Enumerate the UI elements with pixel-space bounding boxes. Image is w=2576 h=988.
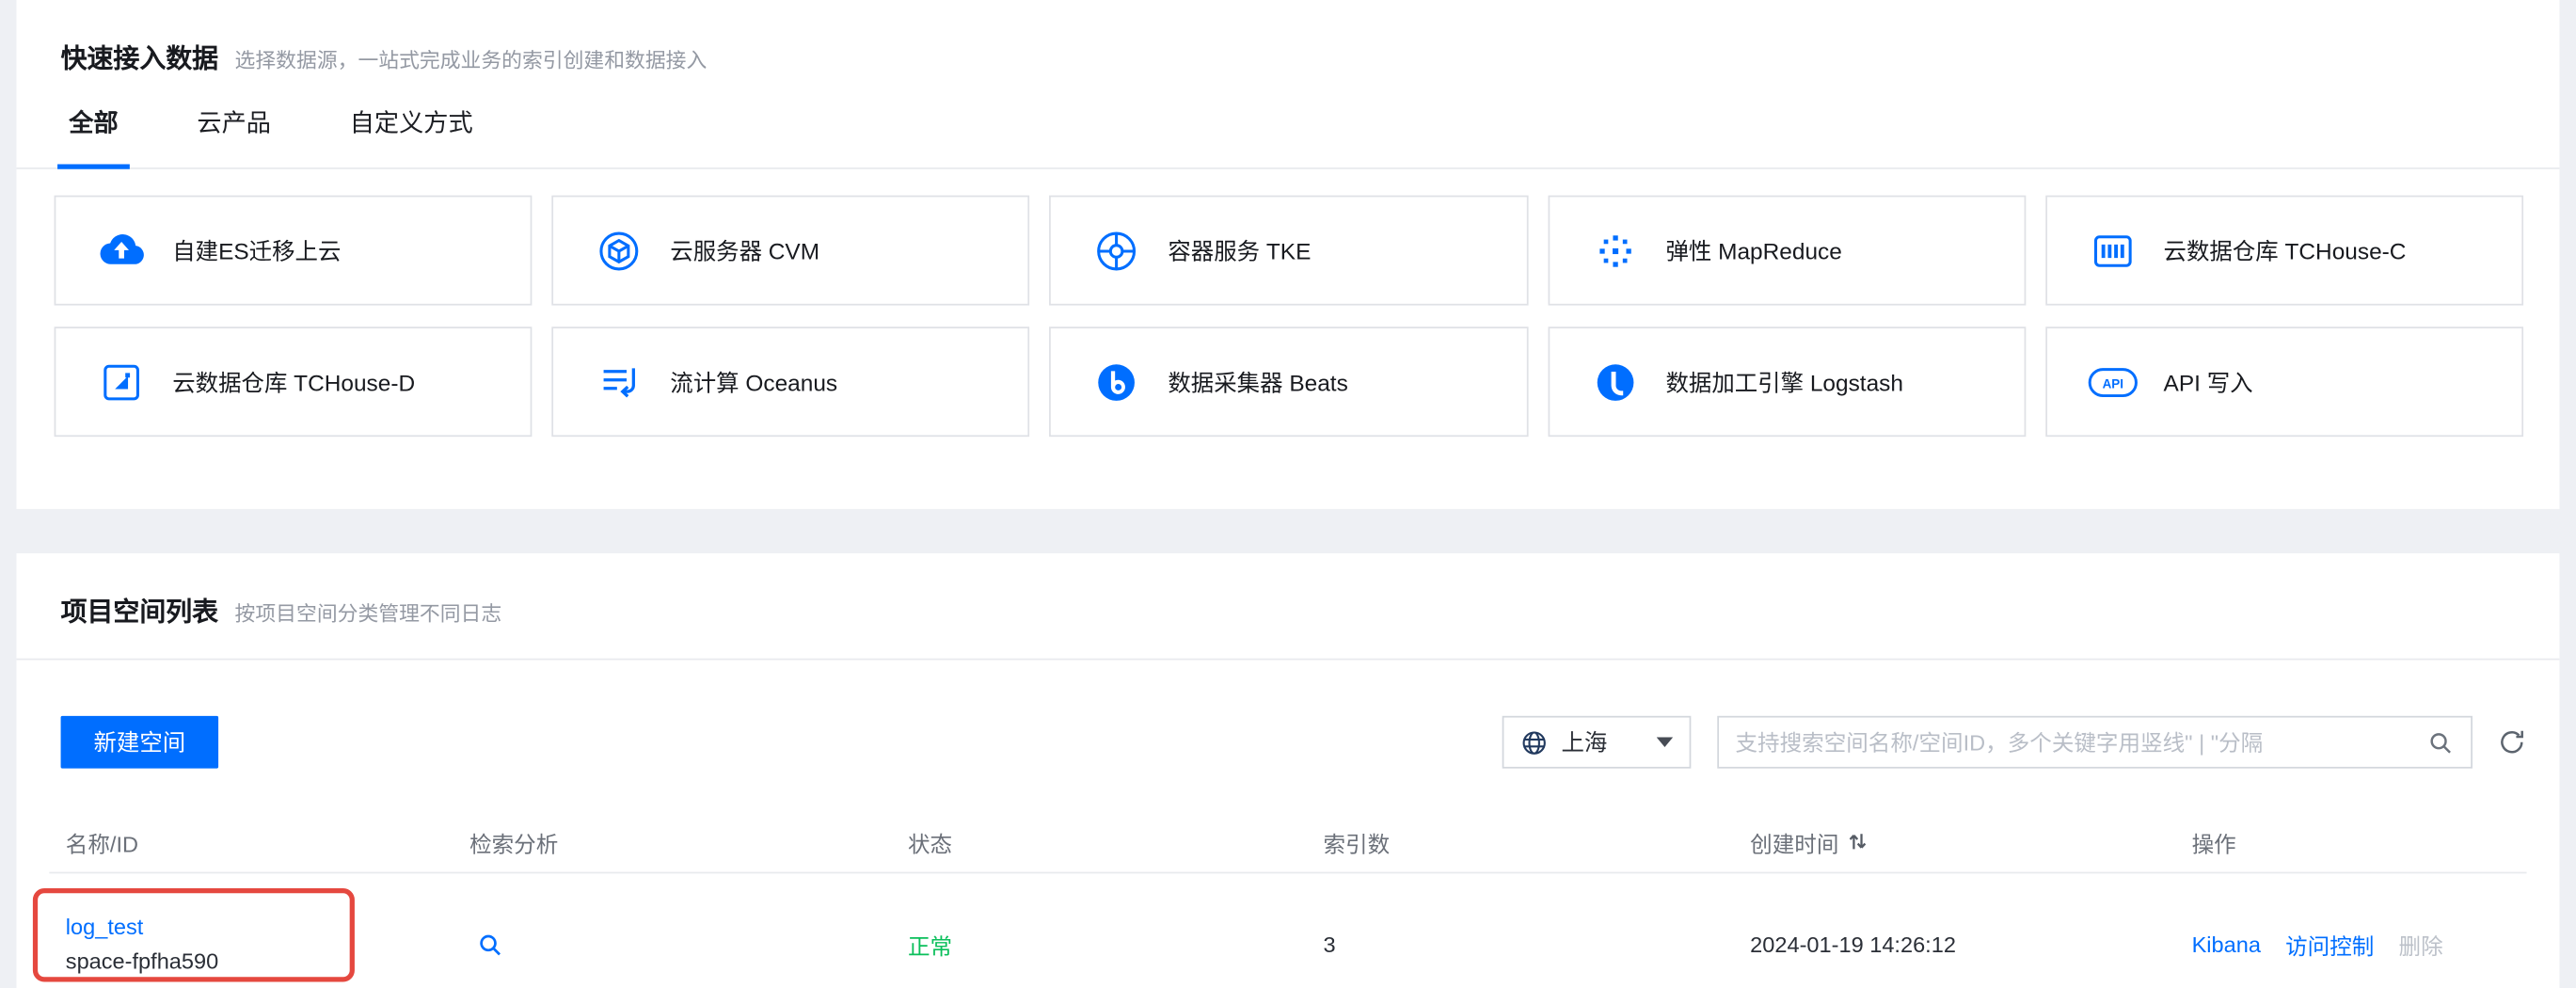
space-list-subtitle: 按项目空间分类管理不同日志 <box>235 596 502 627</box>
quick-access-panel: 快速接入数据 选择数据源，一站式完成业务的索引创建和数据接入 全部 云产品 自定… <box>16 0 2559 509</box>
header-name-id: 名称/ID <box>49 825 453 858</box>
source-card-beats[interactable]: 数据采集器 Beats <box>1050 327 1528 437</box>
created-at: 2024-01-19 14:26:12 <box>1750 932 1956 956</box>
quick-access-tabs: 全部 云产品 自定义方式 <box>16 108 2559 169</box>
space-list-title: 项目空间列表 <box>61 596 219 631</box>
name-id-cell: log_test space-fpfha590 <box>49 910 453 979</box>
source-card-oceanus[interactable]: 流计算 Oceanus <box>552 327 1030 437</box>
index-count: 3 <box>1323 932 1335 956</box>
source-card-es-migration[interactable]: 自建ES迁移上云 <box>55 196 533 306</box>
tke-icon <box>1090 226 1143 275</box>
source-card-tchouse-c[interactable]: 云数据仓库 TCHouse-C <box>2045 196 2523 306</box>
search-icon[interactable] <box>476 931 504 959</box>
source-card-tchouse-d[interactable]: 云数据仓库 TCHouse-D <box>55 327 533 437</box>
globe-icon <box>1520 728 1549 757</box>
source-card-cvm[interactable]: 云服务器 CVM <box>552 196 1030 306</box>
source-card-label: 容器服务 TKE <box>1168 234 1311 267</box>
source-card-label: 数据加工引擎 Logstash <box>1665 365 1903 398</box>
header-actions: 操作 <box>2175 825 2526 858</box>
beats-icon <box>1090 358 1143 406</box>
sort-icon[interactable] <box>1847 831 1868 853</box>
kibana-link[interactable]: Kibana <box>2192 932 2261 956</box>
quick-access-subtitle: 选择数据源，一站式完成业务的索引创建和数据接入 <box>235 42 708 73</box>
source-card-logstash[interactable]: 数据加工引擎 Logstash <box>1548 327 2026 437</box>
source-card-mapreduce[interactable]: 弹性 MapReduce <box>1548 196 2026 306</box>
section-divider <box>16 659 2559 661</box>
quick-access-title: 快速接入数据 <box>61 42 219 78</box>
cloud-upload-icon <box>95 226 148 275</box>
cvm-icon <box>593 226 645 275</box>
oceanus-icon <box>593 358 645 406</box>
access-control-link[interactable]: 访问控制 <box>2285 928 2374 961</box>
space-id: space-fpfha590 <box>66 949 218 974</box>
tchouse-c-icon <box>2087 226 2139 275</box>
status-badge: 正常 <box>908 928 952 961</box>
source-card-api[interactable]: API API 写入 <box>2045 327 2523 437</box>
data-source-grid: 自建ES迁移上云 云服务器 CVM 容器服务 TKE 弹性 MapReduce <box>55 196 2523 438</box>
source-card-tke[interactable]: 容器服务 TKE <box>1050 196 1528 306</box>
header-created-at-label: 创建时间 <box>1750 825 1838 858</box>
source-card-label: 自建ES迁移上云 <box>172 234 341 267</box>
space-search-box <box>1717 716 2473 769</box>
tchouse-d-icon <box>95 358 148 406</box>
tab-custom[interactable]: 自定义方式 <box>346 108 476 167</box>
header-index-count: 索引数 <box>1307 825 1734 858</box>
chevron-down-icon <box>1657 738 1673 747</box>
space-list-toolbar: 新建空间 上海 <box>61 716 2527 769</box>
region-value: 上海 <box>1561 725 1607 758</box>
header-created-at: 创建时间 <box>1734 825 2175 858</box>
logstash-icon <box>1588 358 1641 406</box>
created-at-cell: 2024-01-19 14:26:12 <box>1734 932 2175 956</box>
source-card-label: 云服务器 CVM <box>670 234 819 267</box>
source-card-label: 流计算 Oceanus <box>670 365 837 398</box>
status-cell: 正常 <box>892 928 1307 961</box>
actions-cell: Kibana 访问控制 删除 <box>2175 928 2526 961</box>
space-search-input[interactable] <box>1735 730 2413 755</box>
table-header-row: 名称/ID 检索分析 状态 索引数 创建时间 操作 <box>49 811 2526 873</box>
index-count-cell: 3 <box>1307 932 1734 956</box>
region-selector[interactable]: 上海 <box>1503 716 1692 769</box>
source-card-label: 数据采集器 Beats <box>1168 365 1347 398</box>
search-icon[interactable] <box>2426 728 2455 757</box>
table-row: log_test space-fpfha590 正常 3 2024-01-19 … <box>49 873 2526 988</box>
refresh-icon[interactable] <box>2497 727 2526 757</box>
source-card-label: 弹性 MapReduce <box>1665 234 1841 267</box>
source-card-label: API 写入 <box>2164 365 2253 398</box>
space-list-header: 项目空间列表 按项目空间分类管理不同日志 <box>16 553 2559 632</box>
space-table: 名称/ID 检索分析 状态 索引数 创建时间 操作 log_test space… <box>49 811 2526 988</box>
space-name-link[interactable]: log_test <box>66 915 144 939</box>
search-analysis-cell <box>453 931 892 959</box>
tab-cloud-products[interactable]: 云产品 <box>194 108 275 167</box>
quick-access-header: 快速接入数据 选择数据源，一站式完成业务的索引创建和数据接入 <box>16 0 2559 79</box>
header-status: 状态 <box>892 825 1307 858</box>
new-space-button[interactable]: 新建空间 <box>61 716 219 769</box>
delete-link-disabled: 删除 <box>2399 928 2443 961</box>
space-list-panel: 项目空间列表 按项目空间分类管理不同日志 新建空间 上海 <box>16 553 2559 988</box>
source-card-label: 云数据仓库 TCHouse-D <box>172 365 415 398</box>
mapreduce-icon <box>1588 226 1641 275</box>
tab-all[interactable]: 全部 <box>66 108 121 167</box>
api-icon: API <box>2087 358 2139 406</box>
header-search-analysis: 检索分析 <box>453 825 892 858</box>
svg-text:API: API <box>2102 376 2123 390</box>
source-card-label: 云数据仓库 TCHouse-C <box>2164 234 2407 267</box>
